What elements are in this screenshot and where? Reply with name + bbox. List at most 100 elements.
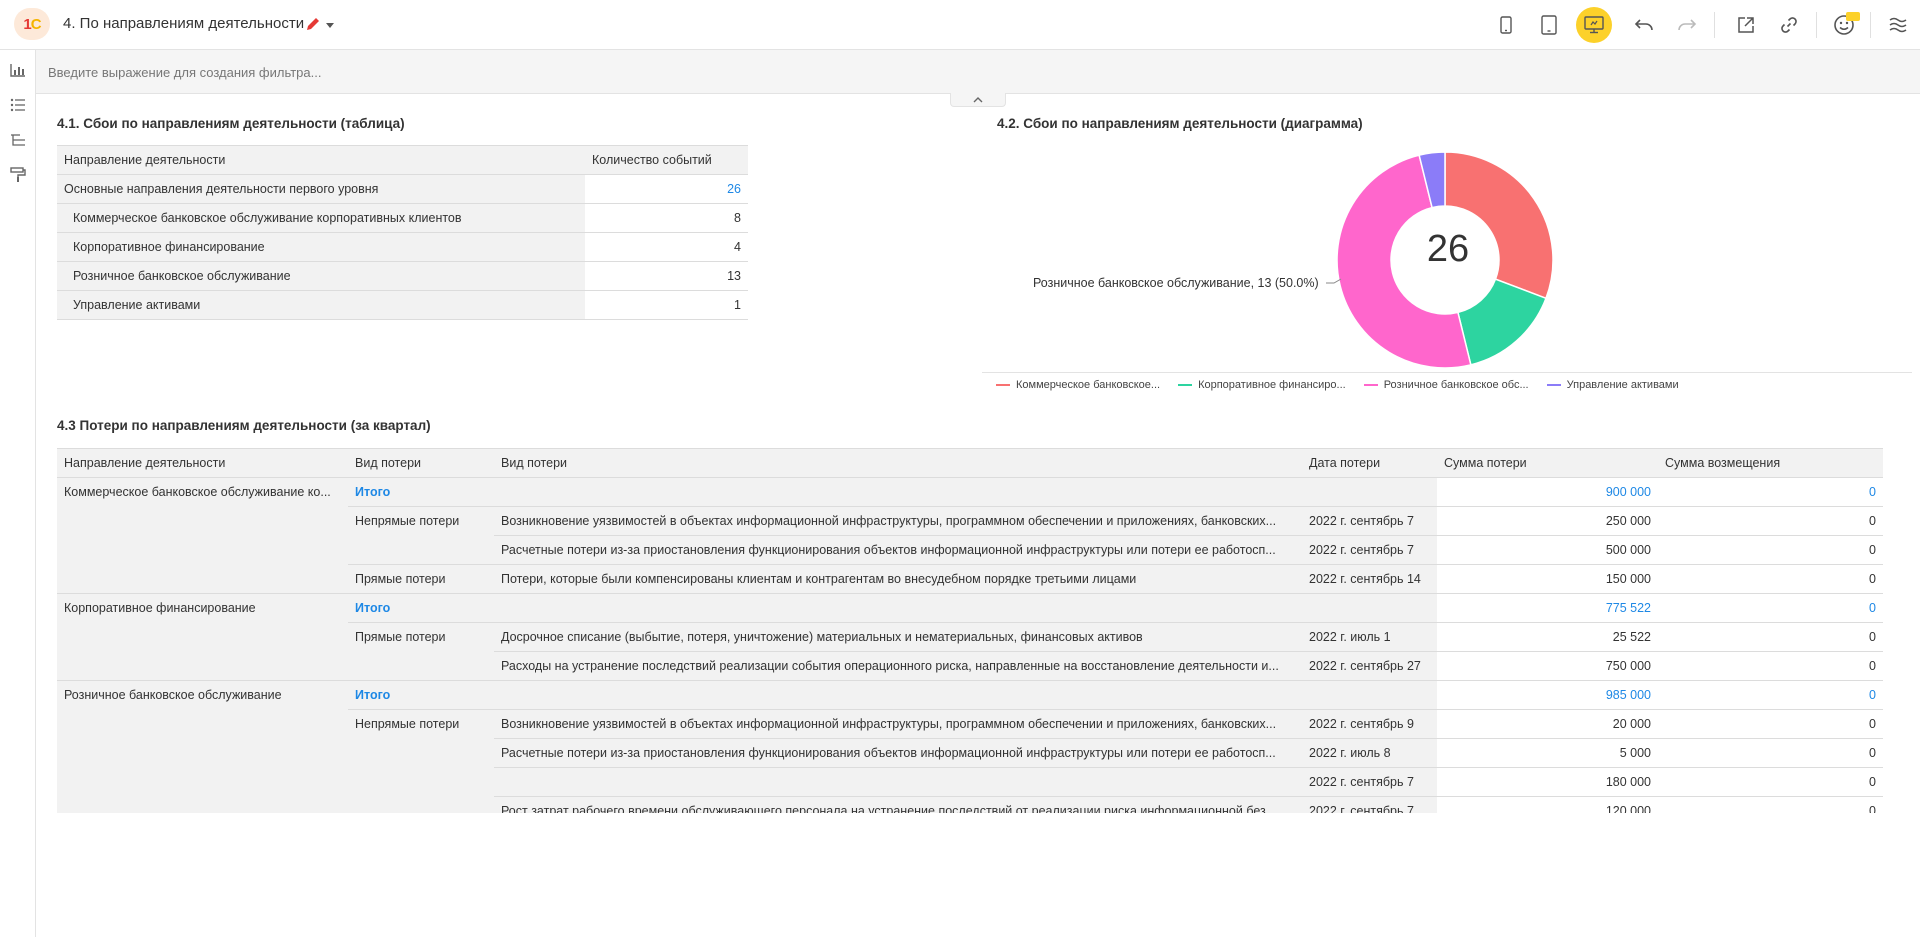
link-icon bbox=[1781, 17, 1797, 33]
direction-cell bbox=[57, 506, 348, 536]
notification-badge bbox=[1846, 12, 1860, 21]
loss-sum-cell[interactable]: 25 522 bbox=[1437, 622, 1658, 652]
loss-sum-cell[interactable]: 750 000 bbox=[1437, 651, 1658, 681]
loss-date-cell bbox=[1302, 593, 1437, 623]
refund-sum-cell[interactable]: 0 bbox=[1658, 506, 1883, 536]
refund-sum-cell[interactable]: 0 bbox=[1658, 535, 1883, 565]
redo-button[interactable] bbox=[1671, 9, 1703, 41]
legend-item[interactable]: Корпоративное финансиро... bbox=[1178, 378, 1346, 392]
table-row[interactable]: Прямые потери Потери, которые были компен… bbox=[57, 564, 1883, 594]
direction-cell: Корпоративное финансирование bbox=[57, 593, 348, 623]
page-title: 4. По направлениям деятельности bbox=[63, 15, 305, 32]
row-value[interactable]: 26 bbox=[585, 174, 748, 204]
left-toolbar bbox=[0, 50, 36, 937]
refund-sum-cell[interactable]: 0 bbox=[1658, 680, 1883, 710]
row-label: Корпоративное финансирование bbox=[57, 232, 585, 262]
app-logo[interactable]: 1С bbox=[14, 8, 50, 40]
charts-button[interactable] bbox=[8, 60, 28, 80]
table-row[interactable]: 2022 г. сентябрь 7 180 000 0 bbox=[57, 767, 1883, 797]
list-icon bbox=[10, 98, 25, 112]
refund-sum-cell[interactable]: 0 bbox=[1658, 593, 1883, 623]
loss-description-cell: Расчетные потери из-за приостановления ф… bbox=[494, 535, 1302, 565]
loss-sum-cell[interactable]: 775 522 bbox=[1437, 593, 1658, 623]
paint-roller-icon bbox=[10, 167, 26, 182]
loss-date-cell: 2022 г. сентябрь 7 bbox=[1302, 506, 1437, 536]
loss-sum-cell[interactable]: 150 000 bbox=[1437, 564, 1658, 594]
legend-label: Корпоративное финансиро... bbox=[1198, 379, 1346, 391]
column-header[interactable]: Направление деятельности bbox=[57, 145, 585, 175]
column-header[interactable]: Вид потери bbox=[494, 448, 1302, 478]
column-header[interactable]: Сумма возмещения bbox=[1658, 448, 1883, 478]
loss-sum-cell[interactable]: 900 000 bbox=[1437, 477, 1658, 507]
table-row[interactable]: Управление активами 1 bbox=[57, 290, 748, 320]
table-row[interactable]: Непрямые потери Возникновение уязвимостей… bbox=[57, 709, 1883, 739]
table-row[interactable]: Коммерческое банковское обслуживание кор… bbox=[57, 203, 748, 233]
tree-button[interactable] bbox=[8, 130, 28, 150]
loss-sum-cell[interactable]: 250 000 bbox=[1437, 506, 1658, 536]
phone-icon bbox=[1500, 16, 1512, 34]
table-row[interactable]: Расчетные потери из-за приостановления ф… bbox=[57, 738, 1883, 768]
legend-item[interactable]: Розничное банковское обс... bbox=[1363, 378, 1529, 392]
table-row[interactable]: Розничное банковское обслуживание 13 bbox=[57, 261, 748, 291]
desktop-preview-button[interactable] bbox=[1576, 7, 1612, 43]
legend-item[interactable]: Управление активами bbox=[1546, 378, 1679, 392]
collapse-filter-button[interactable] bbox=[950, 93, 1006, 107]
loss-sum-cell[interactable]: 985 000 bbox=[1437, 680, 1658, 710]
legend-swatch bbox=[996, 384, 1010, 386]
loss-sum-cell[interactable]: 20 000 bbox=[1437, 709, 1658, 739]
table-row[interactable]: Основные направления деятельности первог… bbox=[57, 174, 748, 204]
table-total-row[interactable]: Коммерческое банковское обслуживание ко.… bbox=[57, 477, 1883, 507]
column-header[interactable]: Количество событий bbox=[585, 145, 748, 175]
chart-divider bbox=[982, 372, 1912, 373]
loss-date-cell: 2022 г. сентябрь 7 bbox=[1302, 535, 1437, 565]
column-header[interactable]: Сумма потери bbox=[1437, 448, 1658, 478]
loss-sum-cell[interactable]: 500 000 bbox=[1437, 535, 1658, 565]
column-header[interactable]: Вид потери bbox=[348, 448, 494, 478]
loss-description-cell bbox=[494, 680, 1302, 710]
list-button[interactable] bbox=[8, 95, 28, 115]
waves-menu-icon bbox=[1889, 17, 1907, 33]
format-button[interactable] bbox=[8, 165, 28, 185]
chevron-down-icon[interactable] bbox=[325, 20, 335, 30]
legend-item[interactable]: Коммерческое банковское... bbox=[996, 378, 1160, 392]
losses-table-viewport[interactable]: Направление деятельности Вид потери Вид … bbox=[57, 448, 1883, 813]
table-row[interactable]: Расчетные потери из-за приостановления ф… bbox=[57, 535, 1883, 565]
table-total-row[interactable]: Розничное банковское обслуживание Итого 98… bbox=[57, 680, 1883, 710]
loss-sum-cell[interactable]: 5 000 bbox=[1437, 738, 1658, 768]
loss-date-cell bbox=[1302, 477, 1437, 507]
table-row[interactable]: Рост затрат рабочего времени обслуживающ… bbox=[57, 796, 1883, 813]
tablet-preview-button[interactable] bbox=[1533, 9, 1565, 41]
loss-sum-cell[interactable]: 180 000 bbox=[1437, 767, 1658, 797]
table-row[interactable]: Расходы на устранение последствий реализ… bbox=[57, 651, 1883, 681]
loss-kind-cell bbox=[348, 796, 494, 813]
undo-button[interactable] bbox=[1628, 9, 1660, 41]
column-header[interactable]: Направление деятельности bbox=[57, 448, 348, 478]
refund-sum-cell[interactable]: 0 bbox=[1658, 738, 1883, 768]
phone-preview-button[interactable] bbox=[1490, 9, 1522, 41]
table-row[interactable]: Непрямые потери Возникновение уязвимостей… bbox=[57, 506, 1883, 536]
loss-sum-cell[interactable]: 120 000 bbox=[1437, 796, 1658, 813]
copy-link-button[interactable] bbox=[1773, 9, 1805, 41]
direction-cell bbox=[57, 651, 348, 681]
filter-input[interactable] bbox=[46, 62, 946, 82]
table-row[interactable]: Корпоративное финансирование 4 bbox=[57, 232, 748, 262]
direction-cell bbox=[57, 535, 348, 565]
table-row[interactable]: Прямые потери Досрочное списание (выбытие… bbox=[57, 622, 1883, 652]
row-label: Розничное банковское обслуживание bbox=[57, 261, 585, 291]
direction-cell: Розничное банковское обслуживание bbox=[57, 680, 348, 710]
refund-sum-cell[interactable]: 0 bbox=[1658, 651, 1883, 681]
refund-sum-cell[interactable]: 0 bbox=[1658, 709, 1883, 739]
menu-button[interactable] bbox=[1882, 9, 1914, 41]
table-total-row[interactable]: Корпоративное финансирование Итого 775 522… bbox=[57, 593, 1883, 623]
refund-sum-cell[interactable]: 0 bbox=[1658, 477, 1883, 507]
pencil-icon[interactable] bbox=[305, 16, 321, 32]
refund-sum-cell[interactable]: 0 bbox=[1658, 796, 1883, 813]
refund-sum-cell[interactable]: 0 bbox=[1658, 564, 1883, 594]
open-external-button[interactable] bbox=[1730, 9, 1762, 41]
column-header[interactable]: Дата потери bbox=[1302, 448, 1437, 478]
refund-sum-cell[interactable]: 0 bbox=[1658, 622, 1883, 652]
table-header-row: Направление деятельности Количество собы… bbox=[57, 145, 748, 175]
refund-sum-cell[interactable]: 0 bbox=[1658, 767, 1883, 797]
legend-label: Розничное банковское обс... bbox=[1383, 379, 1529, 391]
section-title-4-1: 4.1. Сбои по направлениям деятельности (… bbox=[57, 116, 405, 131]
